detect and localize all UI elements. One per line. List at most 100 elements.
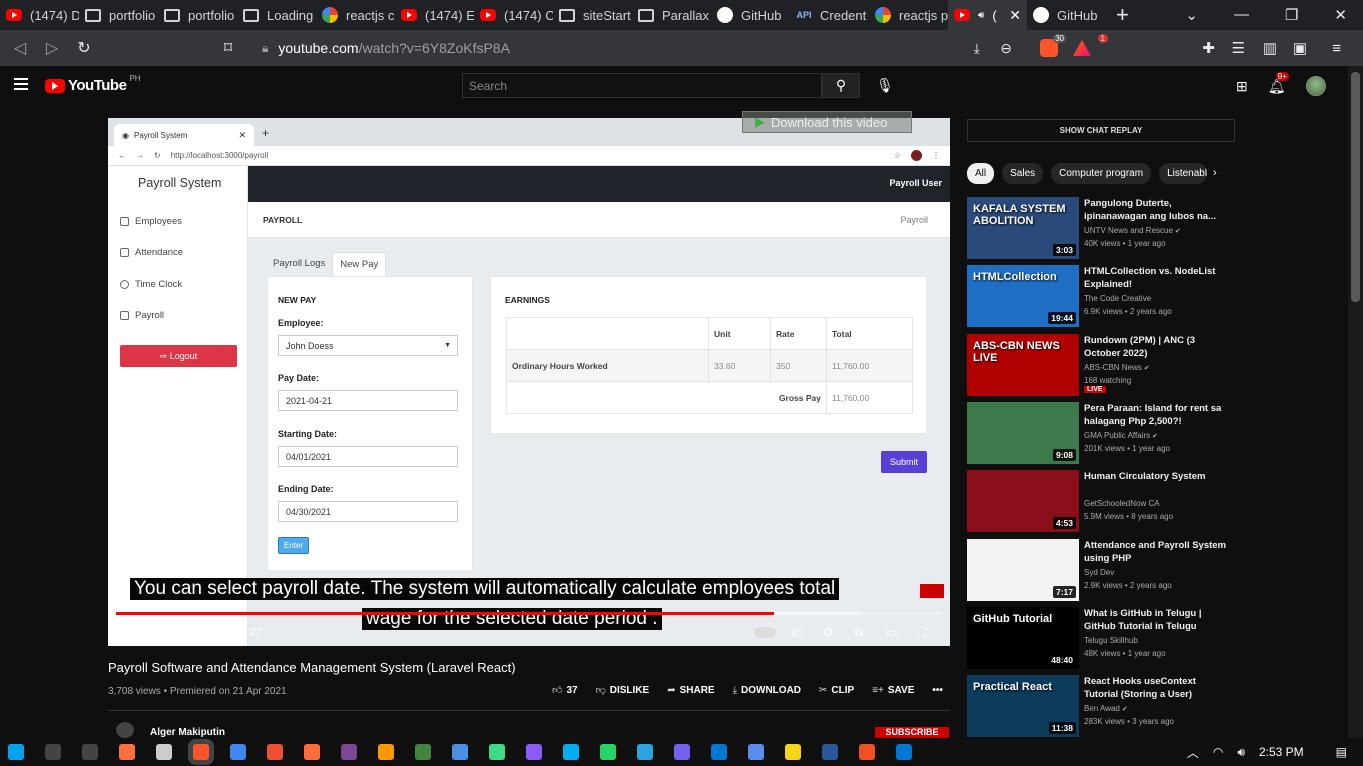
menu-icon[interactable]: ≡ xyxy=(1332,40,1341,57)
notifications-icon[interactable]: 🔔︎ 9+ xyxy=(1268,71,1289,95)
zoom-icon[interactable]: ⊖ xyxy=(1000,40,1012,57)
voice-search-icon[interactable]: 🎙︎ xyxy=(876,77,894,94)
recommended-video[interactable]: 4:53 Human Circulatory System GetSchooledN… xyxy=(967,470,1237,533)
volume-icon[interactable]: 🔈︎ xyxy=(186,625,193,640)
url-field[interactable]: 🔒︎ youtube.com/watch?v=6Y8ZoKfsP8A ⤓ ⊖ xyxy=(250,34,1012,62)
play-button[interactable]: ▶ xyxy=(124,625,133,639)
wallet-icon[interactable]: ▣ xyxy=(1293,39,1307,57)
sidebar-icon[interactable]: ▥ xyxy=(1263,39,1277,57)
postman-icon[interactable] xyxy=(304,744,320,760)
channel-name[interactable]: Alger Makiputin xyxy=(150,727,225,738)
github-desktop-icon[interactable] xyxy=(526,744,542,760)
word-icon[interactable] xyxy=(822,744,838,760)
recommended-video[interactable]: 9:08 Pera Paraan: Island for rent sa hala… xyxy=(967,401,1237,464)
browser-tab[interactable]: reactjs c xyxy=(316,0,395,30)
keyboard-icon[interactable] xyxy=(82,744,98,760)
browser-tab[interactable]: (1474) E xyxy=(395,0,474,30)
extensions-icon[interactable]: ✚ xyxy=(1202,39,1215,57)
recommended-video[interactable]: 7:17 Attendance and Payroll System using … xyxy=(967,538,1237,601)
recommended-channel[interactable]: GMA Public Affairs ✔ xyxy=(1084,431,1158,440)
avatar[interactable] xyxy=(1305,76,1326,96)
subscribe-button[interactable]: SUBSCRIBE xyxy=(875,727,949,738)
recommended-channel[interactable]: GetSchooledNow CA xyxy=(1084,499,1160,508)
page-scrollbar[interactable] xyxy=(1348,66,1363,738)
files-icon[interactable] xyxy=(748,744,764,760)
browser-tab[interactable]: portfolio xyxy=(79,0,158,30)
vscode-icon[interactable] xyxy=(896,744,912,760)
browser-tab[interactable]: GitHub xyxy=(711,0,790,30)
progress-bar[interactable] xyxy=(116,612,942,615)
chip-listenable[interactable]: Listenable xyxy=(1159,163,1208,184)
settings-icon[interactable]: ⚙ xyxy=(823,625,834,639)
tor-icon[interactable] xyxy=(341,744,357,760)
recommended-video[interactable]: ABS-CBN NEWS LIVE Rundown (2PM) | ANC (3 … xyxy=(967,333,1237,396)
chip-computer-program[interactable]: Computer program xyxy=(1051,163,1152,184)
fullscreen-icon[interactable]: ⛶ xyxy=(918,625,926,640)
miniplayer-icon[interactable]: ⧉ xyxy=(854,625,863,640)
dislike-button[interactable]: 👎︎ DISLIKE xyxy=(596,684,650,696)
reload-button[interactable]: ↻ xyxy=(68,38,100,58)
recommended-video[interactable]: GitHub Tutorial 48:40 What is GitHub in Te… xyxy=(967,606,1237,669)
browser-tab[interactable]: API Credent xyxy=(790,0,869,30)
browser-tab[interactable]: (1474) C xyxy=(474,0,553,30)
video-thumbnail[interactable]: ABS-CBN NEWS LIVE xyxy=(967,333,1079,396)
recommended-title[interactable]: Pangulong Duterte, ipinanawagan ang lubo… xyxy=(1084,197,1232,223)
chevron-right-icon[interactable]: › xyxy=(1213,167,1217,179)
notification-center-icon[interactable]: ▤ xyxy=(1336,745,1347,759)
scrollbar-thumb[interactable] xyxy=(1351,72,1360,302)
minimize-button[interactable]: — xyxy=(1234,6,1249,24)
video-thumbnail[interactable]: GitHub Tutorial 48:40 xyxy=(967,606,1079,669)
save-button[interactable]: ≡+ SAVE xyxy=(872,685,914,696)
channel-avatar[interactable] xyxy=(116,722,134,738)
skype-icon[interactable] xyxy=(563,744,579,760)
terminal-icon[interactable] xyxy=(156,744,172,760)
more-actions-button[interactable]: ••• xyxy=(932,685,943,696)
browser-tab[interactable]: Loading xyxy=(237,0,316,30)
show-chat-replay-button[interactable]: SHOW CHAT REPLAY xyxy=(967,119,1235,142)
brave-icon[interactable] xyxy=(193,744,209,760)
recommended-video[interactable]: HTMLCollection 19:44 HTMLCollection vs. No… xyxy=(967,265,1237,328)
share-button[interactable]: ➦ SHARE xyxy=(667,685,714,696)
playlist-icon[interactable]: ☰ xyxy=(1232,39,1245,57)
close-tab-icon[interactable]: ✕ xyxy=(1009,7,1021,24)
speaker-icon[interactable]: 🔊︎ xyxy=(1237,745,1245,760)
brave-rewards-icon[interactable] xyxy=(1073,40,1091,56)
create-video-icon[interactable]: ⊞ xyxy=(1236,78,1248,95)
sticky-notes-icon[interactable] xyxy=(785,744,801,760)
recommended-title[interactable]: React Hooks useContext Tutorial (Storing… xyxy=(1084,675,1232,701)
restore-button[interactable]: ❐ xyxy=(1285,6,1298,24)
chrome-icon[interactable] xyxy=(230,744,246,760)
browser-tab[interactable]: 🔊︎ (✕ xyxy=(948,0,1027,30)
back-button[interactable]: ◁ xyxy=(4,38,36,58)
start-icon[interactable] xyxy=(8,744,24,760)
browser-tab[interactable]: GitHub xyxy=(1027,0,1106,30)
recommended-title[interactable]: Attendance and Payroll System using PHP xyxy=(1084,539,1232,565)
youtube-logo[interactable]: YouTube PH xyxy=(45,74,141,94)
subtitles-icon[interactable]: ⎚ xyxy=(792,625,802,640)
new-tab-button[interactable]: + xyxy=(1116,2,1129,28)
forward-button[interactable]: ▷ xyxy=(36,38,68,58)
viber-icon[interactable] xyxy=(674,744,690,760)
recommended-channel[interactable]: Telugu Skillhub xyxy=(1084,636,1138,645)
video-thumbnail[interactable]: 4:53 xyxy=(967,470,1079,533)
search-button[interactable]: ⚲ xyxy=(822,73,860,98)
video-thumbnail[interactable]: HTMLCollection 19:44 xyxy=(967,265,1079,328)
browser-tab[interactable]: reactjs p xyxy=(869,0,948,30)
cortana-icon[interactable] xyxy=(45,744,61,760)
brave-shield-icon[interactable]: 30 xyxy=(1040,34,1066,57)
theater-mode-icon[interactable]: ▭ xyxy=(886,625,897,639)
wifi-icon[interactable]: ◠ xyxy=(1213,745,1223,759)
like-button[interactable]: 👍︎ 37 xyxy=(552,684,578,696)
store-icon[interactable] xyxy=(859,744,875,760)
video-thumbnail[interactable]: Practical React 11:38 xyxy=(967,675,1079,738)
download-video-button[interactable]: ▶ Download this video xyxy=(742,111,912,133)
recommended-channel[interactable]: ABS-CBN News ✔ xyxy=(1084,363,1150,372)
recommended-channel[interactable]: Ben Awad ✔ xyxy=(1084,704,1128,713)
video-thumbnail[interactable]: KAFALA SYSTEM ABOLITION 3:03 xyxy=(967,197,1079,259)
recommended-title[interactable]: Human Circulatory System xyxy=(1084,470,1232,483)
android-icon[interactable] xyxy=(489,744,505,760)
vm-icon[interactable] xyxy=(452,744,468,760)
next-button[interactable]: ⏭ xyxy=(155,625,166,640)
browser-tab[interactable]: (1474) D xyxy=(0,0,79,30)
recommended-video[interactable]: Practical React 11:38 React Hooks useConte… xyxy=(967,675,1237,738)
